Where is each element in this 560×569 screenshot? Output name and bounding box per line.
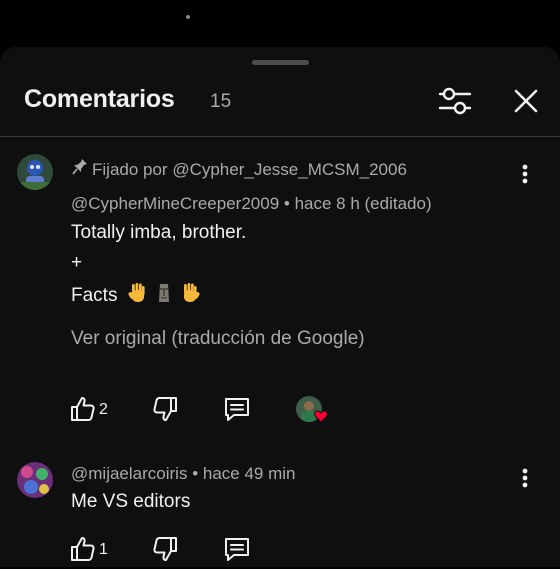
header-divider (0, 136, 560, 137)
thumbs-down-icon (153, 397, 177, 421)
comment-text-line: + (71, 252, 83, 273)
like-count: 1 (99, 541, 108, 558)
avatar[interactable] (17, 154, 53, 190)
heart-icon (314, 410, 328, 423)
filter-button[interactable] (436, 83, 474, 119)
close-button[interactable] (508, 83, 544, 119)
comment-text-line: Facts (71, 282, 201, 307)
avatar[interactable] (17, 462, 53, 498)
comment-text-line: Totally imba, brother. (71, 222, 247, 243)
comment-menu-button[interactable] (515, 465, 535, 493)
avatar-image (17, 462, 53, 498)
drag-handle[interactable] (252, 60, 309, 65)
avatar-image (17, 154, 53, 190)
thumbs-up-icon (71, 397, 95, 421)
comment-meta: @mijaelarcoiris • hace 49 min (71, 464, 295, 484)
comment-text-line: Me VS editors (71, 491, 191, 512)
close-icon (514, 89, 538, 113)
comment-text-word: Facts (71, 285, 118, 306)
more-vert-icon (522, 468, 528, 488)
comment-menu-button[interactable] (515, 161, 535, 189)
pinned-text: Fijado por @Cypher_Jesse_MCSM_2006 (92, 160, 407, 179)
more-vert-icon (522, 164, 528, 184)
raised-back-hand-emoji-icon (183, 283, 200, 302)
comment-author[interactable]: @mijaelarcoiris (71, 464, 187, 483)
comment-count: 15 (210, 91, 232, 112)
comment-time: • hace 8 h (editado) (283, 194, 432, 213)
panel-title: Comentarios (24, 85, 175, 113)
comment-time: • hace 49 min (192, 464, 296, 483)
status-bar-dot (186, 15, 190, 19)
like-count: 2 (99, 401, 108, 418)
sliders-icon (438, 87, 472, 115)
like-button[interactable] (68, 394, 98, 424)
reply-button[interactable] (222, 394, 252, 424)
translation-toggle[interactable]: Ver original (traducción de Google) (71, 328, 365, 350)
dislike-button[interactable] (150, 394, 180, 424)
pin-icon (72, 159, 87, 175)
reply-icon (225, 398, 249, 421)
comments-sheet: Comentarios 15 (0, 47, 560, 567)
pinned-label: Fijado por @Cypher_Jesse_MCSM_2006 (72, 158, 407, 180)
raised-hand-emoji-icon (128, 283, 145, 302)
comment-author[interactable]: @CypherMineCreeper2009 (71, 194, 279, 213)
moai-emoji-icon (158, 284, 169, 302)
comment-meta: @CypherMineCreeper2009 • hace 8 h (edita… (71, 194, 432, 214)
